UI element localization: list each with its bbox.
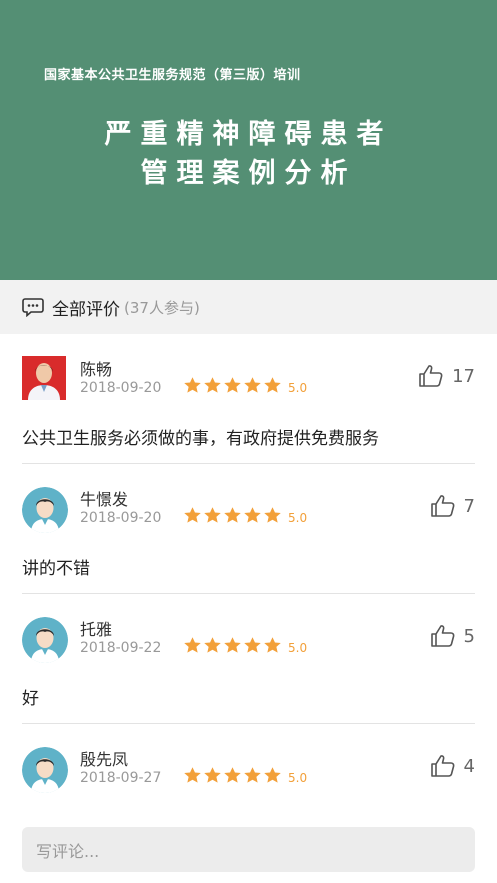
rating-score: 5.0 xyxy=(288,770,308,785)
star-icon xyxy=(184,377,201,393)
review-item: 托雅 2018-09-22 5.0 5 好 xyxy=(0,594,497,724)
star-icon xyxy=(184,507,201,523)
star-icon xyxy=(264,767,281,783)
review-date: 2018-09-27 xyxy=(80,770,162,786)
star-icon xyxy=(204,637,221,653)
banner-title-line2: 管理案例分析 xyxy=(140,158,357,189)
rating-score: 5.0 xyxy=(288,640,308,655)
review-text: 讲的不错 xyxy=(22,559,90,579)
banner-title-line1: 严重精神障碍患者 xyxy=(104,119,393,150)
star-icon xyxy=(264,377,281,393)
reviewer-name: 托雅 xyxy=(80,620,113,639)
like-button[interactable]: 17 xyxy=(418,364,475,388)
section-title: 全部评价 xyxy=(52,299,120,320)
thumbs-up-icon xyxy=(430,625,454,647)
reviewer-name: 牛憬发 xyxy=(80,490,129,509)
star-icon xyxy=(204,767,221,783)
rating-score: 5.0 xyxy=(288,380,308,395)
star-icon xyxy=(244,767,261,783)
star-icon xyxy=(224,637,241,653)
star-icon xyxy=(184,767,201,783)
like-count: 7 xyxy=(463,495,475,517)
default-avatar-icon xyxy=(22,617,68,663)
reviews-header: 全部评价 (37人参与) xyxy=(0,280,497,334)
review-date: 2018-09-20 xyxy=(80,510,162,526)
like-button[interactable]: 4 xyxy=(430,754,475,778)
star-icon xyxy=(204,377,221,393)
review-date: 2018-09-22 xyxy=(80,640,162,656)
like-button[interactable]: 5 xyxy=(430,624,475,648)
star-rating: 5.0 xyxy=(183,766,307,785)
like-count: 5 xyxy=(463,625,475,647)
thumbs-up-icon xyxy=(430,755,454,777)
star-icon xyxy=(244,507,261,523)
star-icon xyxy=(204,507,221,523)
comment-input[interactable]: 写评论... xyxy=(22,827,475,872)
star-icon xyxy=(264,637,281,653)
review-item: 陈畅 2018-09-20 5.0 17 公共卫生服务必须做的事，有政府提供免费… xyxy=(0,334,497,464)
star-icon xyxy=(224,507,241,523)
default-avatar-icon xyxy=(22,487,68,533)
reviewer-name: 陈畅 xyxy=(80,360,113,379)
thumbs-up-icon xyxy=(419,365,443,387)
like-button[interactable]: 7 xyxy=(430,494,475,518)
participant-count: (37人参与) xyxy=(124,298,200,317)
course-banner: 国家基本公共卫生服务规范（第三版）培训 严重精神障碍患者 管理案例分析 xyxy=(0,0,497,280)
star-icon xyxy=(264,507,281,523)
review-text: 公共卫生服务必须做的事，有政府提供免费服务 xyxy=(22,429,379,449)
review-item: 牛憬发 2018-09-20 5.0 7 讲的不错 xyxy=(0,464,497,594)
star-rating: 5.0 xyxy=(183,506,307,525)
star-icon xyxy=(224,377,241,393)
like-count: 17 xyxy=(452,365,475,387)
rating-score: 5.0 xyxy=(288,510,308,525)
star-rating: 5.0 xyxy=(183,636,307,655)
star-icon xyxy=(184,637,201,653)
star-icon xyxy=(244,377,261,393)
review-text: 好 xyxy=(22,689,39,709)
star-rating: 5.0 xyxy=(183,376,307,395)
star-icon xyxy=(244,637,261,653)
star-icon xyxy=(224,767,241,783)
review-date: 2018-09-20 xyxy=(80,380,162,396)
comment-icon xyxy=(22,296,44,318)
user-photo-avatar xyxy=(22,356,66,400)
thumbs-up-icon xyxy=(430,495,454,517)
reviewer-name: 殷先凤 xyxy=(80,750,129,769)
banner-subtitle: 国家基本公共卫生服务规范（第三版）培训 xyxy=(44,68,301,83)
like-count: 4 xyxy=(463,755,475,777)
comment-placeholder: 写评论... xyxy=(36,841,100,861)
default-avatar-icon xyxy=(22,747,68,793)
